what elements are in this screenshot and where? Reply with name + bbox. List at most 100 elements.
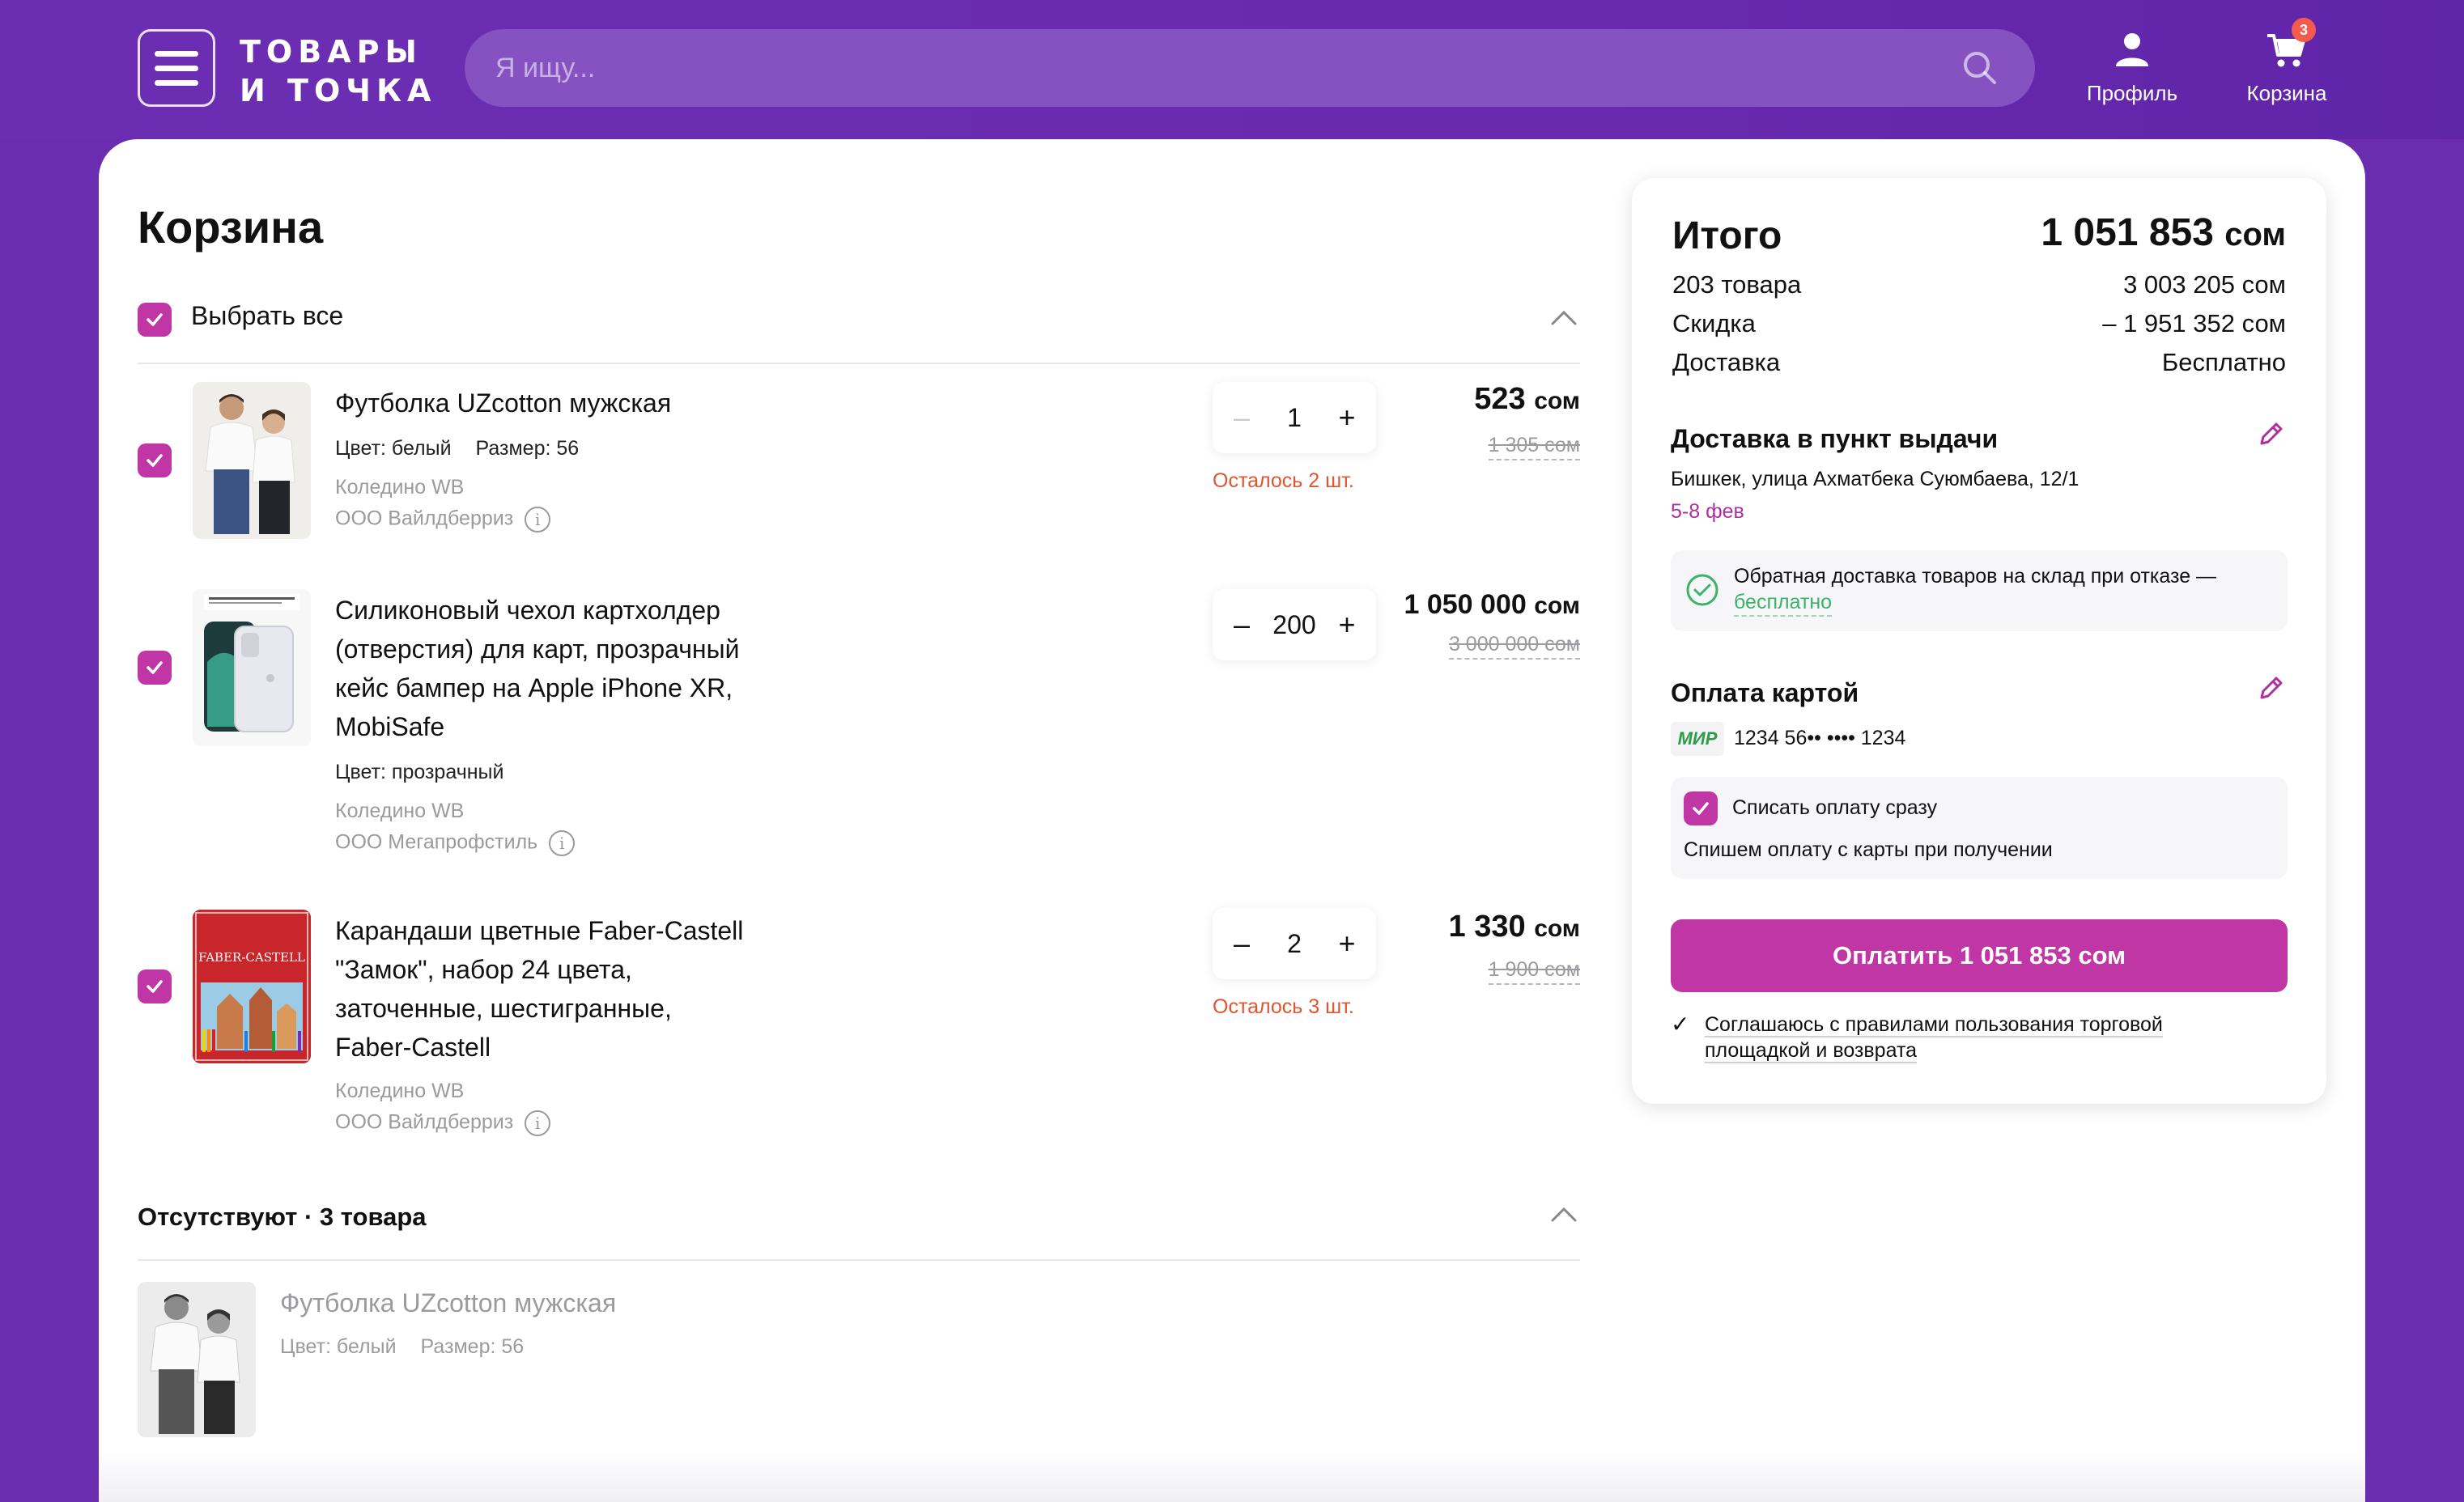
old-price[interactable]: 3 000 000 сом (1448, 633, 1580, 660)
check-circle-icon (1686, 574, 1718, 606)
quantity-stepper: – 200 + (1213, 589, 1376, 660)
item-price: 1 330 сом (1449, 910, 1580, 944)
item-warehouse: Коледино WB (335, 476, 465, 499)
terms-text[interactable]: Соглашаюсь с правилами пользования торго… (1705, 1012, 2223, 1063)
charge-now-box: Списать оплату сразу Спишем оплату с кар… (1671, 777, 2288, 879)
item-size: Размер: 56 (475, 437, 580, 460)
edit-delivery-pencil-icon[interactable] (2255, 419, 2286, 450)
charge-note: Спишем оплату с карты при получении (1684, 838, 2053, 861)
collapse-chevron-icon[interactable] (1549, 308, 1578, 327)
price-value: 1 050 000 (1404, 589, 1527, 620)
edit-payment-pencil-icon[interactable] (2255, 673, 2286, 704)
increase-button[interactable]: + (1332, 401, 1362, 435)
product-image-phone-case[interactable] (193, 589, 311, 746)
old-price[interactable]: 1 305 сом (1488, 434, 1580, 460)
item-checkbox[interactable] (138, 443, 172, 477)
logo-line-2: И ТОЧКА (240, 73, 437, 108)
terms-agreement: ✓ Соглашаюсь с правилами пользования тор… (1671, 1012, 2223, 1063)
item-seller: ООО Вайлдберриз i (335, 507, 551, 532)
return-note-text: Обратная доставка товаров на склад при о… (1734, 563, 2216, 617)
decrease-button[interactable]: – (1227, 401, 1256, 435)
item-title-line: "Замок", набор 24 цвета, (335, 955, 632, 984)
select-all-checkbox[interactable] (138, 303, 172, 337)
summary-row-delivery: Доставка Бесплатно (1672, 348, 2286, 377)
order-summary: Итого 1 051 853 сом 203 товара 3 003 205… (1632, 178, 2326, 1104)
quantity-value[interactable]: 1 (1287, 403, 1302, 433)
increase-button[interactable]: + (1332, 927, 1362, 961)
stock-note: Осталось 2 шт. (1213, 469, 1354, 492)
decrease-button[interactable]: – (1227, 608, 1256, 642)
check-icon (147, 661, 163, 674)
item-title-line: Силиконовый чехол картхолдер (335, 596, 720, 625)
price-currency: сом (1534, 915, 1580, 942)
divider (138, 1259, 1580, 1261)
item-title-line: MobiSafe (335, 712, 445, 741)
cart-button[interactable]: 3 Корзина (2242, 18, 2331, 110)
total-value: 1 051 853 сом (2041, 210, 2286, 255)
divider (138, 363, 1580, 364)
delivery-address: Бишкек, улица Ахматбека Суюмбаева, 12/1 (1671, 468, 2080, 490)
item-size: Размер: 56 (420, 1335, 525, 1358)
summary-row-value: Бесплатно (2161, 348, 2286, 376)
quantity-stepper: – 2 + (1213, 908, 1376, 979)
checkmark-icon[interactable]: ✓ (1671, 1012, 1705, 1063)
quantity-value[interactable]: 2 (1287, 929, 1302, 959)
item-color: Цвет: прозрачный (335, 761, 504, 783)
info-icon[interactable]: i (525, 1110, 551, 1136)
item-title[interactable]: Карандаши цветные Faber-Castell "Замок",… (335, 911, 743, 1067)
info-icon[interactable]: i (549, 830, 576, 856)
summary-row-value: – 1 951 352 сом (2102, 309, 2286, 337)
item-title-line: заточенные, шестигранные, (335, 994, 672, 1023)
price-value: 1 330 (1448, 910, 1526, 944)
check-icon (147, 454, 163, 467)
info-icon[interactable]: i (525, 507, 551, 532)
increase-button[interactable]: + (1332, 608, 1362, 642)
svg-text:FABER-CASTELL: FABER-CASTELL (198, 950, 305, 965)
list-fade (99, 1449, 2365, 1502)
stock-note: Осталось 3 шт. (1213, 995, 1354, 1018)
menu-icon-bar (155, 50, 198, 57)
search-icon[interactable] (1961, 49, 1999, 87)
absent-item-title[interactable]: Футболка UZcotton мужская (280, 1283, 616, 1322)
summary-row-label: Скидка (1672, 309, 1756, 337)
item-color: Цвет: белый (280, 1335, 397, 1358)
cart-count-badge: 3 (2292, 18, 2316, 42)
item-warehouse: Коледино WB (335, 1080, 465, 1102)
item-title-line: кейс бампер на Apple iPhone XR, (335, 673, 733, 702)
cart-label: Корзина (2246, 81, 2327, 105)
item-checkbox[interactable] (138, 651, 172, 685)
return-note-line: Обратная доставка товаров на склад при о… (1734, 565, 2217, 588)
quantity-value[interactable]: 200 (1272, 610, 1315, 640)
item-title-line: Карандаши цветные Faber-Castell (335, 916, 744, 945)
profile-button[interactable]: Профиль (2087, 29, 2177, 110)
search-input[interactable] (495, 29, 1936, 107)
product-image-pencils[interactable]: FABER-CASTELL (193, 910, 311, 1063)
item-price: 1 050 000 сом (1404, 589, 1580, 621)
charge-now-checkbox[interactable] (1684, 791, 1718, 825)
product-image-tshirt-absent[interactable] (138, 1282, 256, 1437)
item-title[interactable]: Футболка UZcotton мужская (335, 384, 671, 422)
product-image-tshirt[interactable] (193, 382, 311, 539)
select-all-label[interactable]: Выбрать все (191, 301, 343, 331)
item-attributes: Цвет: прозрачный (335, 761, 503, 784)
mir-card-logo: МИР (1671, 722, 1724, 756)
delivery-title: Доставка в пункт выдачи (1671, 424, 1999, 453)
menu-button[interactable] (138, 29, 215, 107)
old-price[interactable]: 1 900 сом (1488, 958, 1580, 985)
item-warehouse: Коледино WB (335, 800, 465, 822)
menu-icon-bar (155, 65, 198, 71)
item-checkbox[interactable] (138, 970, 172, 1003)
price-currency: сом (1534, 388, 1580, 414)
payment-title: Оплата картой (1671, 678, 1859, 707)
site-logo[interactable]: ТОВАРЫ И ТОЧКА (240, 32, 436, 110)
logo-line-1: ТОВАРЫ (240, 34, 423, 70)
pay-button[interactable]: Оплатить 1 051 853 сом (1671, 919, 2288, 992)
check-icon (147, 980, 163, 993)
item-title-line: Faber-Castell (335, 1033, 491, 1062)
item-title[interactable]: Силиконовый чехол картхолдер (отверстия)… (335, 591, 739, 746)
charge-now-label[interactable]: Списать оплату сразу (1732, 796, 1937, 820)
return-free-link[interactable]: бесплатно (1734, 589, 1833, 617)
page-title: Корзина (138, 202, 324, 252)
decrease-button[interactable]: – (1227, 927, 1256, 961)
collapse-chevron-icon[interactable] (1549, 1204, 1578, 1224)
